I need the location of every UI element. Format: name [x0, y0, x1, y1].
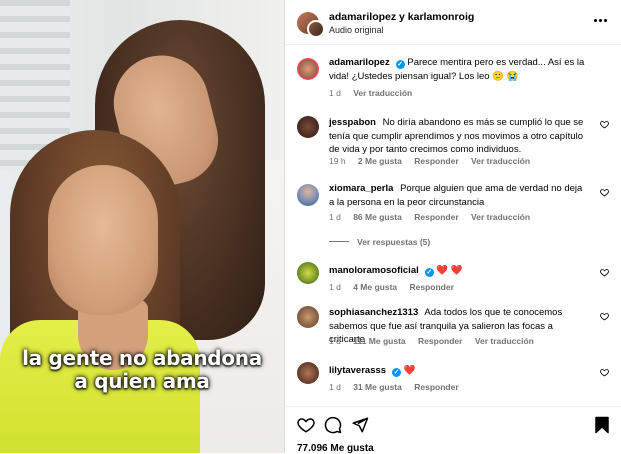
reply-link[interactable]: Responder — [418, 336, 462, 346]
comment-meta: 1 d 4 Me gusta Responder — [329, 282, 464, 292]
comment-username[interactable]: sophiasanchez1313 — [329, 307, 418, 318]
see-translation-link[interactable]: Ver traducción — [475, 336, 534, 346]
verified-badge-icon: ✓ — [392, 368, 402, 377]
commenter-avatar[interactable] — [297, 116, 319, 138]
media-caption-line2: a quien ama — [74, 369, 210, 393]
comment-text: ❤️ — [403, 365, 416, 376]
comment-username[interactable]: xiomara_perla — [329, 183, 393, 194]
verified-badge-icon: ✓ — [424, 268, 434, 277]
comment-likes[interactable]: 4 Me gusta — [353, 282, 397, 292]
audio-link[interactable]: Audio original — [329, 25, 384, 35]
post-actions-bar: 77.096 Me gusta — [285, 406, 621, 454]
see-translation-link[interactable]: Ver traducción — [471, 156, 530, 166]
post-frame: la gente no abandona a quien ama adamari… — [0, 0, 621, 454]
comment-likes[interactable]: 31 Me gusta — [353, 382, 402, 392]
like-comment-heart-icon[interactable] — [600, 268, 609, 277]
heart-icon[interactable] — [297, 416, 315, 434]
comment-age: 1 d — [329, 382, 341, 392]
post-header: adamarilopez y karlamonroig Audio origin… — [285, 0, 621, 45]
verified-badge-icon: ✓ — [395, 60, 405, 69]
comment-meta: 1 d Ver traducción — [329, 88, 422, 98]
author-avatar[interactable] — [297, 58, 319, 80]
comment-meta: 1 d 111 Me gusta Responder Ver traducció… — [329, 336, 544, 346]
media-caption-line1: la gente no abandona — [22, 346, 262, 370]
see-translation-link[interactable]: Ver traducción — [471, 212, 530, 222]
reply-link[interactable]: Responder — [410, 282, 454, 292]
comment-icon[interactable] — [324, 416, 342, 434]
comment-age: 1 d — [329, 336, 341, 346]
coauthor-avatar[interactable] — [307, 20, 325, 38]
comment-username[interactable]: manoloramosoficial — [329, 265, 419, 276]
comment-meta: 1 d 86 Me gusta Responder Ver traducción — [329, 212, 540, 222]
comment-text: ❤️ ❤️ — [436, 265, 463, 276]
comment-age: 1 d — [329, 88, 341, 98]
reply-link[interactable]: Responder — [414, 156, 458, 166]
view-replies-label: Ver respuestas (5) — [357, 237, 431, 247]
author-names[interactable]: adamarilopez y karlamonroig — [329, 11, 474, 23]
comment-meta: 1 d 31 Me gusta Responder — [329, 382, 469, 392]
replies-divider — [329, 241, 349, 242]
see-translation-link[interactable]: Ver traducción — [353, 88, 412, 98]
bookmark-icon[interactable] — [593, 416, 611, 434]
like-comment-heart-icon[interactable] — [600, 312, 609, 321]
comment-likes[interactable]: 2 Me gusta — [358, 156, 402, 166]
comment-likes[interactable]: 86 Me gusta — [353, 212, 402, 222]
comment-meta: 19 h 2 Me gusta Responder Ver traducción — [329, 156, 540, 166]
comments-panel: adamarilopez y karlamonroig Audio origin… — [284, 0, 621, 454]
commenter-avatar[interactable] — [297, 184, 319, 206]
front-person-face — [48, 165, 158, 315]
commenter-avatar[interactable] — [297, 362, 319, 384]
commenter-avatar[interactable] — [297, 306, 319, 328]
like-comment-heart-icon[interactable] — [600, 120, 609, 129]
post-media[interactable]: la gente no abandona a quien ama — [0, 0, 284, 453]
post-likes-count[interactable]: 77.096 Me gusta — [297, 443, 374, 454]
comment-age: 19 h — [329, 156, 346, 166]
like-comment-heart-icon[interactable] — [600, 368, 609, 377]
view-replies-button[interactable]: Ver respuestas (5) — [329, 237, 430, 247]
comment-username[interactable]: adamarilopez — [329, 57, 390, 68]
comment-username[interactable]: jesspabon — [329, 117, 376, 128]
comment-likes[interactable]: 111 Me gusta — [353, 336, 405, 346]
reply-link[interactable]: Responder — [414, 212, 458, 222]
send-icon[interactable] — [351, 416, 369, 434]
more-options-icon[interactable] — [593, 12, 609, 28]
reply-link[interactable]: Responder — [414, 382, 458, 392]
comment-username[interactable]: lilytaverasss — [329, 365, 386, 376]
comment-age: 1 d — [329, 212, 341, 222]
commenter-avatar[interactable] — [297, 262, 319, 284]
comment-age: 1 d — [329, 282, 341, 292]
like-comment-heart-icon[interactable] — [600, 188, 609, 197]
